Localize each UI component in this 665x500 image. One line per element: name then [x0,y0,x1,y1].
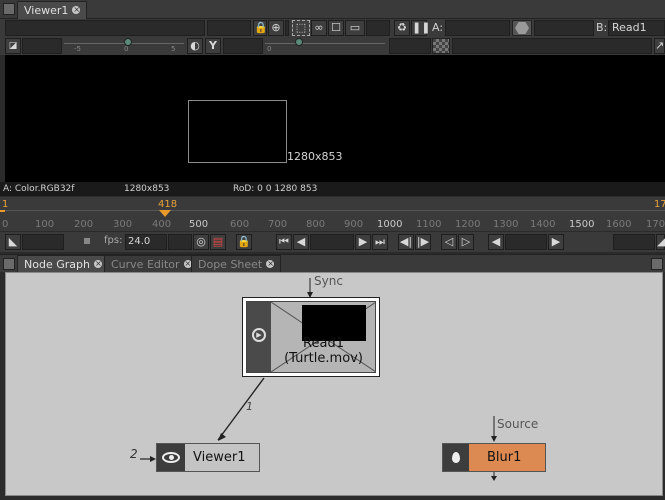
viewer-input-number: 2 [130,447,138,461]
read-input-label: Sync [314,274,343,288]
read-node-side: ▶ [247,302,271,372]
drop-icon [452,452,460,463]
read-node-label: Read1 (Turtle.mov) [271,336,376,366]
read-node-file: (Turtle.mov) [284,351,363,366]
play-icon[interactable]: ▶ [252,328,266,342]
blur-node-side [443,444,469,471]
node-graph-connections [140,278,497,481]
blur-node[interactable]: Blur1 [442,443,546,472]
viewer-node-label: Viewer1 [193,450,246,465]
blur-node-label: Blur1 [487,450,522,465]
read-node-name: Read1 [303,336,344,351]
read-node[interactable]: ▶ Read1 (Turtle.mov) [242,297,380,377]
blur-input-label: Source [497,417,539,431]
read-node-body: ▶ Read1 (Turtle.mov) [246,301,376,373]
viewer-node-side [157,444,185,471]
edge-input-number: 1 [246,400,253,413]
eye-icon [162,452,180,463]
viewer-node[interactable]: Viewer1 [156,443,260,472]
